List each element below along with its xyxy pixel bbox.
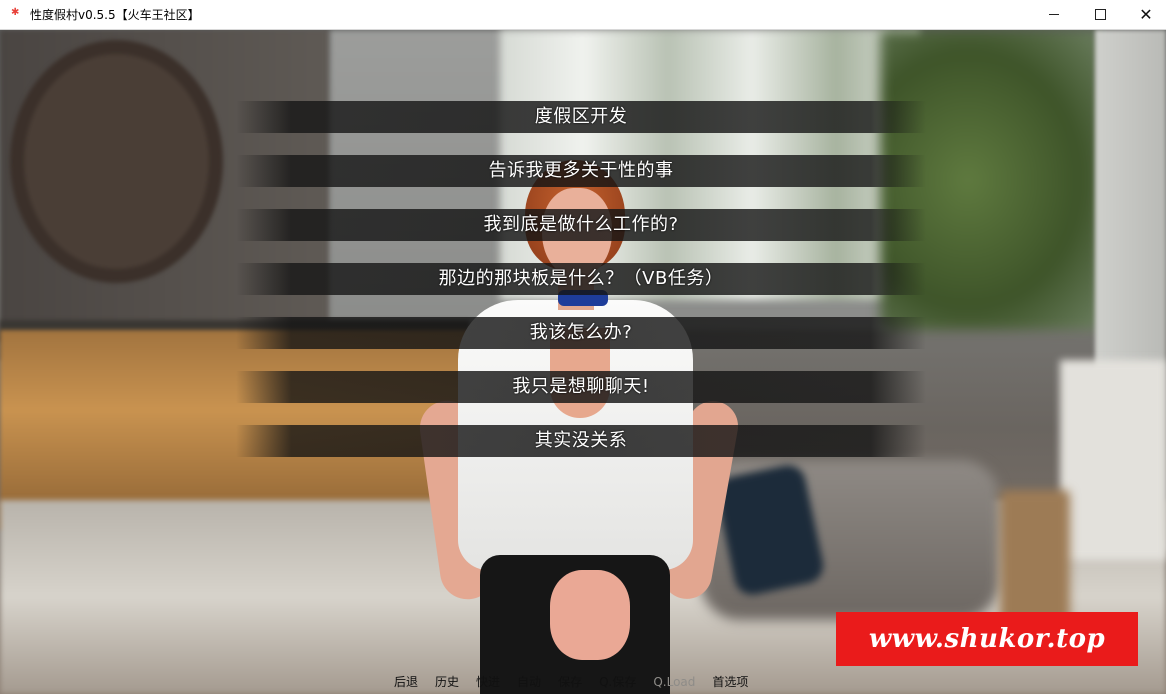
dialogue-choice-menu: 度假区开发 告诉我更多关于性的事 我到底是做什么工作的? 那边的那块板是什么？（… [0,0,1166,694]
choice-resort-development[interactable]: 度假区开发 [236,101,926,133]
quick-menu-back[interactable]: 后退 [394,673,418,691]
quick-menu-preferences[interactable]: 首选项 [712,673,748,691]
choice-never-mind[interactable]: 其实没关系 [236,425,926,457]
quick-menu-quick-save[interactable]: Q.保存 [599,673,636,691]
quick-menu-auto[interactable]: 自动 [517,673,541,691]
choice-just-chat[interactable]: 我只是想聊聊天! [236,371,926,403]
choice-what-should-i-do[interactable]: 我该怎么办? [236,317,926,349]
watermark-banner: www.shukor.top [836,612,1138,666]
choice-what-is-that-board[interactable]: 那边的那块板是什么？（VB任务） [236,263,926,295]
quick-menu-save[interactable]: 保存 [558,673,582,691]
quick-menu-quick-load[interactable]: Q.Load [653,673,695,691]
quick-menu: 后退 历史 快进 自动 保存 Q.保存 Q.Load 首选项 [394,673,765,691]
choice-what-is-my-job[interactable]: 我到底是做什么工作的? [236,209,926,241]
choice-tell-me-more[interactable]: 告诉我更多关于性的事 [236,155,926,187]
quick-menu-skip[interactable]: 快进 [476,673,500,691]
quick-menu-history[interactable]: 历史 [435,673,459,691]
